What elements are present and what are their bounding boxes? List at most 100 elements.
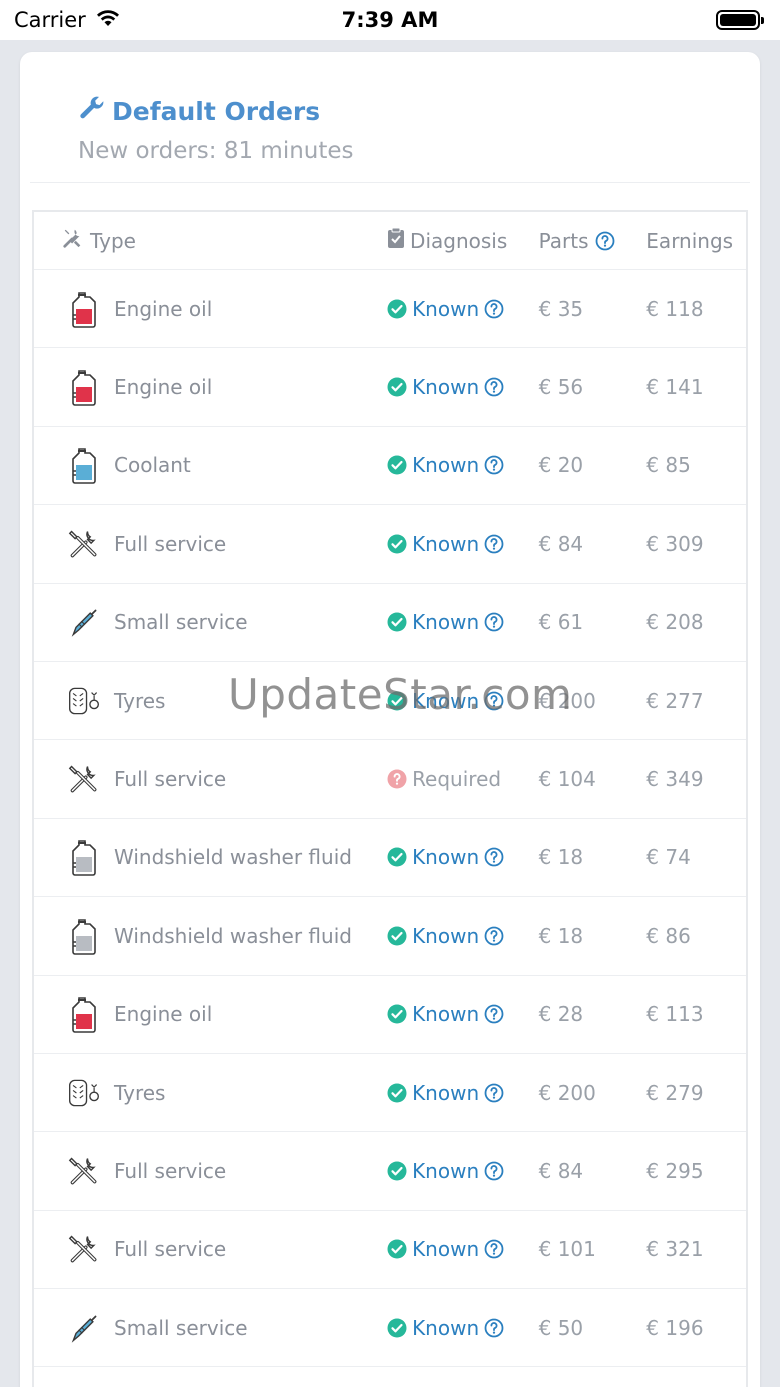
row-earnings: € 277 xyxy=(646,688,704,713)
battery-icon xyxy=(716,10,764,30)
row-earnings: € 113 xyxy=(646,1002,704,1027)
table-row[interactable]: Full service Known € 84 € 309 xyxy=(34,505,746,584)
row-type-label: Small service xyxy=(114,610,248,635)
row-diagnosis: Known xyxy=(387,1081,539,1105)
diagnosis-help-icon[interactable] xyxy=(484,1004,504,1024)
row-diagnosis: Known xyxy=(387,532,539,556)
tools-icon xyxy=(62,227,84,254)
row-type-label: Windshield washer fluid xyxy=(114,923,352,948)
row-type-label: Full service xyxy=(114,1237,227,1262)
check-circle-icon xyxy=(387,926,407,946)
check-circle-icon xyxy=(387,534,407,554)
row-diagnosis-label: Known xyxy=(412,845,480,870)
row-type: Full service xyxy=(34,759,387,799)
diagnosis-help-icon[interactable] xyxy=(484,847,504,867)
row-type: Engine oil xyxy=(34,289,387,329)
row-diagnosis-label: Required xyxy=(412,767,502,792)
check-circle-icon xyxy=(387,455,407,475)
row-diagnosis-label: Known xyxy=(412,610,480,635)
column-diagnosis-label: Diagnosis xyxy=(410,228,508,253)
diagnosis-help-icon[interactable] xyxy=(484,455,504,475)
row-diagnosis-label: Known xyxy=(412,1158,480,1183)
orders-table: Type Diagnosis Parts Earnings Engine oil… xyxy=(32,210,748,1387)
question-circle-icon xyxy=(387,769,407,789)
row-diagnosis: Known xyxy=(387,610,539,634)
row-type-label: Full service xyxy=(114,1158,227,1183)
row-diagnosis: Known xyxy=(387,845,539,869)
diagnosis-help-icon[interactable] xyxy=(484,1161,504,1181)
row-diagnosis: Known xyxy=(387,1237,539,1261)
coolant-icon xyxy=(68,445,100,485)
diagnosis-help-icon[interactable] xyxy=(484,377,504,397)
table-row[interactable]: Full service Required € 104 € 349 xyxy=(34,740,746,819)
row-type: Full service xyxy=(34,1151,387,1191)
full-service-icon xyxy=(68,1229,100,1269)
row-diagnosis-label: Known xyxy=(412,1002,480,1027)
diagnosis-help-icon[interactable] xyxy=(484,534,504,554)
table-row[interactable]: Engine oil Known € 28 € 113 xyxy=(34,976,746,1054)
row-diagnosis-label: Known xyxy=(412,1237,480,1262)
table-body: Engine oil Known € 35 € 118 Engine oil Known €… xyxy=(34,270,746,1368)
row-diagnosis-label: Known xyxy=(412,1080,480,1105)
row-type: Engine oil xyxy=(34,367,387,407)
full-service-icon xyxy=(68,524,100,564)
check-circle-icon xyxy=(387,1239,407,1259)
row-parts: € 18 xyxy=(538,845,584,870)
row-earnings: € 295 xyxy=(646,1158,704,1183)
row-type: Engine oil xyxy=(34,994,387,1034)
table-row[interactable]: Windshield washer fluid Known € 18 € 74 xyxy=(34,819,746,898)
row-type: Small service xyxy=(34,1308,387,1348)
table-row[interactable]: Small service Known € 50 € 196 xyxy=(34,1289,746,1368)
table-row[interactable]: Windshield washer fluid Known € 18 € 86 xyxy=(34,897,746,976)
row-earnings: € 141 xyxy=(646,375,704,400)
full-service-icon xyxy=(68,1151,100,1191)
row-earnings: € 208 xyxy=(646,610,704,635)
diagnosis-help-icon[interactable] xyxy=(484,1239,504,1259)
table-row[interactable]: Engine oil Known € 56 € 141 xyxy=(34,348,746,427)
table-row[interactable]: Coolant Known € 20 € 85 xyxy=(34,427,746,506)
check-circle-icon xyxy=(387,1004,407,1024)
row-type: Windshield washer fluid xyxy=(34,916,387,956)
diagnosis-help-icon[interactable] xyxy=(484,926,504,946)
row-diagnosis: Known xyxy=(387,924,539,948)
tyres-icon xyxy=(68,1073,100,1113)
column-diagnosis: Diagnosis xyxy=(387,227,539,254)
column-parts: Parts xyxy=(539,229,647,253)
table-row[interactable]: Full service Known € 101 € 321 xyxy=(34,1211,746,1290)
diagnosis-help-icon[interactable] xyxy=(484,299,504,319)
watermark: UpdateStar.com xyxy=(228,670,573,719)
parts-help-icon[interactable] xyxy=(595,231,615,251)
carrier-label: Carrier xyxy=(14,8,86,32)
row-earnings: € 349 xyxy=(646,767,704,792)
row-earnings: € 86 xyxy=(646,923,691,948)
diagnosis-help-icon[interactable] xyxy=(484,1083,504,1103)
check-circle-icon xyxy=(387,1083,407,1103)
row-parts: € 84 xyxy=(538,1158,584,1183)
table-row[interactable]: Small service Known € 61 € 208 xyxy=(34,584,746,662)
column-parts-label: Parts xyxy=(538,228,589,253)
row-diagnosis: Known xyxy=(387,297,539,321)
row-parts: € 61 xyxy=(538,610,584,635)
table-row[interactable]: Tyres Known € 200 € 279 xyxy=(34,1054,746,1133)
row-parts: € 28 xyxy=(538,1002,584,1027)
row-type-label: Full service xyxy=(114,531,227,556)
row-type-label: Engine oil xyxy=(114,375,213,400)
row-earnings: € 309 xyxy=(646,531,704,556)
table-row[interactable]: Engine oil Known € 35 € 118 xyxy=(34,270,746,349)
row-diagnosis-label: Known xyxy=(412,531,480,556)
row-diagnosis-label: Known xyxy=(412,453,480,478)
row-earnings: € 279 xyxy=(646,1080,704,1105)
check-circle-icon xyxy=(387,299,407,319)
diagnosis-help-icon[interactable] xyxy=(484,1318,504,1338)
row-diagnosis: Known xyxy=(387,375,539,399)
row-parts: € 18 xyxy=(538,923,584,948)
row-type: Coolant xyxy=(34,445,387,485)
diagnosis-help-icon[interactable] xyxy=(484,612,504,632)
orders-card: Default Orders New orders: 81 minutes Ty… xyxy=(20,52,760,1387)
row-type-label: Full service xyxy=(114,767,227,792)
status-left: Carrier xyxy=(14,8,122,33)
new-orders-subtitle: New orders: 81 minutes xyxy=(78,138,354,164)
table-row[interactable]: Full service Known € 84 € 295 xyxy=(34,1132,746,1211)
check-circle-icon xyxy=(387,377,407,397)
row-diagnosis-label: Known xyxy=(412,923,480,948)
